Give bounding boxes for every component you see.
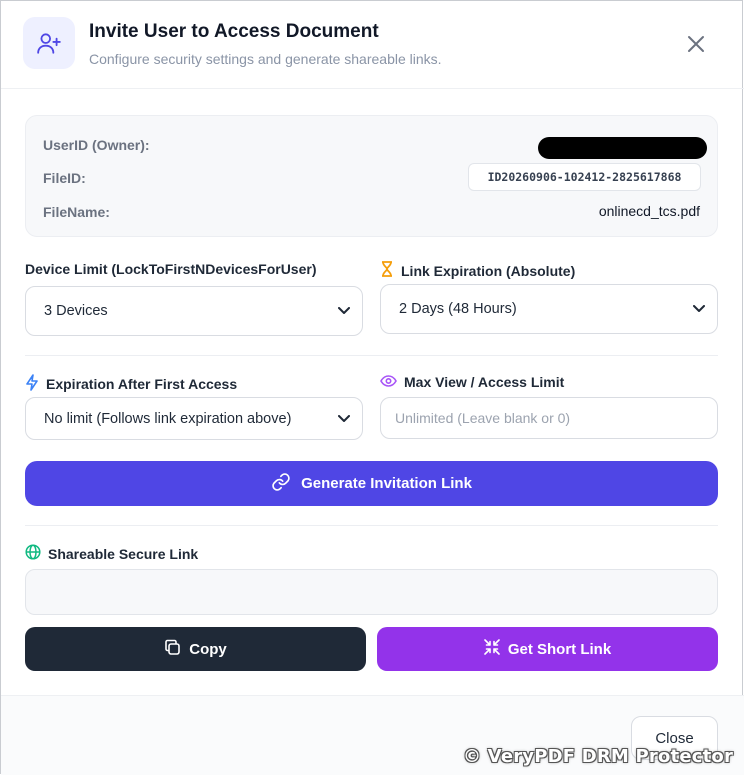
fileid-label: FileID: [43, 170, 86, 186]
owner-label: UserID (Owner): [43, 137, 150, 153]
section-divider [25, 355, 718, 356]
owner-value-redacted [538, 137, 707, 159]
lightning-icon [25, 374, 39, 394]
max-view-label: Max View / Access Limit [380, 374, 564, 390]
chevron-down-icon [338, 411, 350, 427]
share-label-text: Shareable Secure Link [48, 545, 199, 562]
link-icon [271, 472, 291, 496]
first-access-label: Expiration After First Access [25, 374, 237, 394]
invite-dialog: Invite User to Access Document Configure… [0, 0, 744, 775]
close-icon[interactable] [683, 31, 709, 57]
dialog-subtitle: Configure security settings and generate… [89, 51, 442, 67]
device-limit-label-text: Device Limit (LockToFirstNDevicesForUser… [25, 261, 317, 277]
chevron-down-icon [693, 301, 705, 317]
device-limit-select[interactable]: 3 Devices [25, 286, 363, 336]
compress-icon [484, 639, 500, 659]
user-plus-icon [23, 17, 75, 69]
hourglass-icon [380, 261, 394, 280]
link-expiration-select[interactable]: 2 Days (48 Hours) [380, 284, 718, 334]
max-view-label-text: Max View / Access Limit [404, 374, 565, 390]
share-label: Shareable Secure Link [25, 544, 198, 563]
first-access-select[interactable]: No limit (Follows link expiration above) [25, 397, 363, 440]
dialog-header: Invite User to Access Document Configure… [1, 1, 744, 89]
document-info-card: UserID (Owner): FileID: ID20260906-10241… [25, 115, 718, 237]
eye-icon [380, 374, 397, 390]
link-expiration-label: Link Expiration (Absolute) [380, 261, 575, 280]
watermark: © VeryPDF DRM Protector [463, 746, 734, 767]
first-access-value: No limit (Follows link expiration above) [44, 410, 292, 427]
link-expiration-label-text: Link Expiration (Absolute) [401, 262, 576, 279]
dialog-title: Invite User to Access Document [89, 21, 379, 42]
globe-icon [25, 544, 41, 563]
get-short-link-button[interactable]: Get Short Link [377, 627, 718, 671]
section-divider [25, 525, 718, 526]
copy-button[interactable]: Copy [25, 627, 366, 671]
max-view-placeholder: Unlimited (Leave blank or 0) [395, 410, 571, 426]
filename-label: FileName: [43, 204, 110, 220]
fileid-value: ID20260906-102412-2825617868 [468, 163, 701, 191]
link-expiration-value: 2 Days (48 Hours) [399, 301, 517, 317]
copy-label: Copy [189, 640, 227, 658]
share-link-field[interactable] [25, 569, 718, 615]
copy-icon [164, 639, 181, 660]
filename-value: onlinecd_tcs.pdf [598, 203, 700, 219]
get-short-link-label: Get Short Link [507, 640, 612, 658]
device-limit-label: Device Limit (LockToFirstNDevicesForUser… [25, 261, 317, 277]
chevron-down-icon [338, 303, 350, 319]
max-view-input[interactable]: Unlimited (Leave blank or 0) [380, 397, 718, 439]
generate-link-label: Generate Invitation Link [301, 475, 472, 492]
generate-link-button[interactable]: Generate Invitation Link [25, 461, 718, 506]
first-access-label-text: Expiration After First Access [46, 376, 238, 392]
device-limit-value: 3 Devices [44, 303, 108, 319]
